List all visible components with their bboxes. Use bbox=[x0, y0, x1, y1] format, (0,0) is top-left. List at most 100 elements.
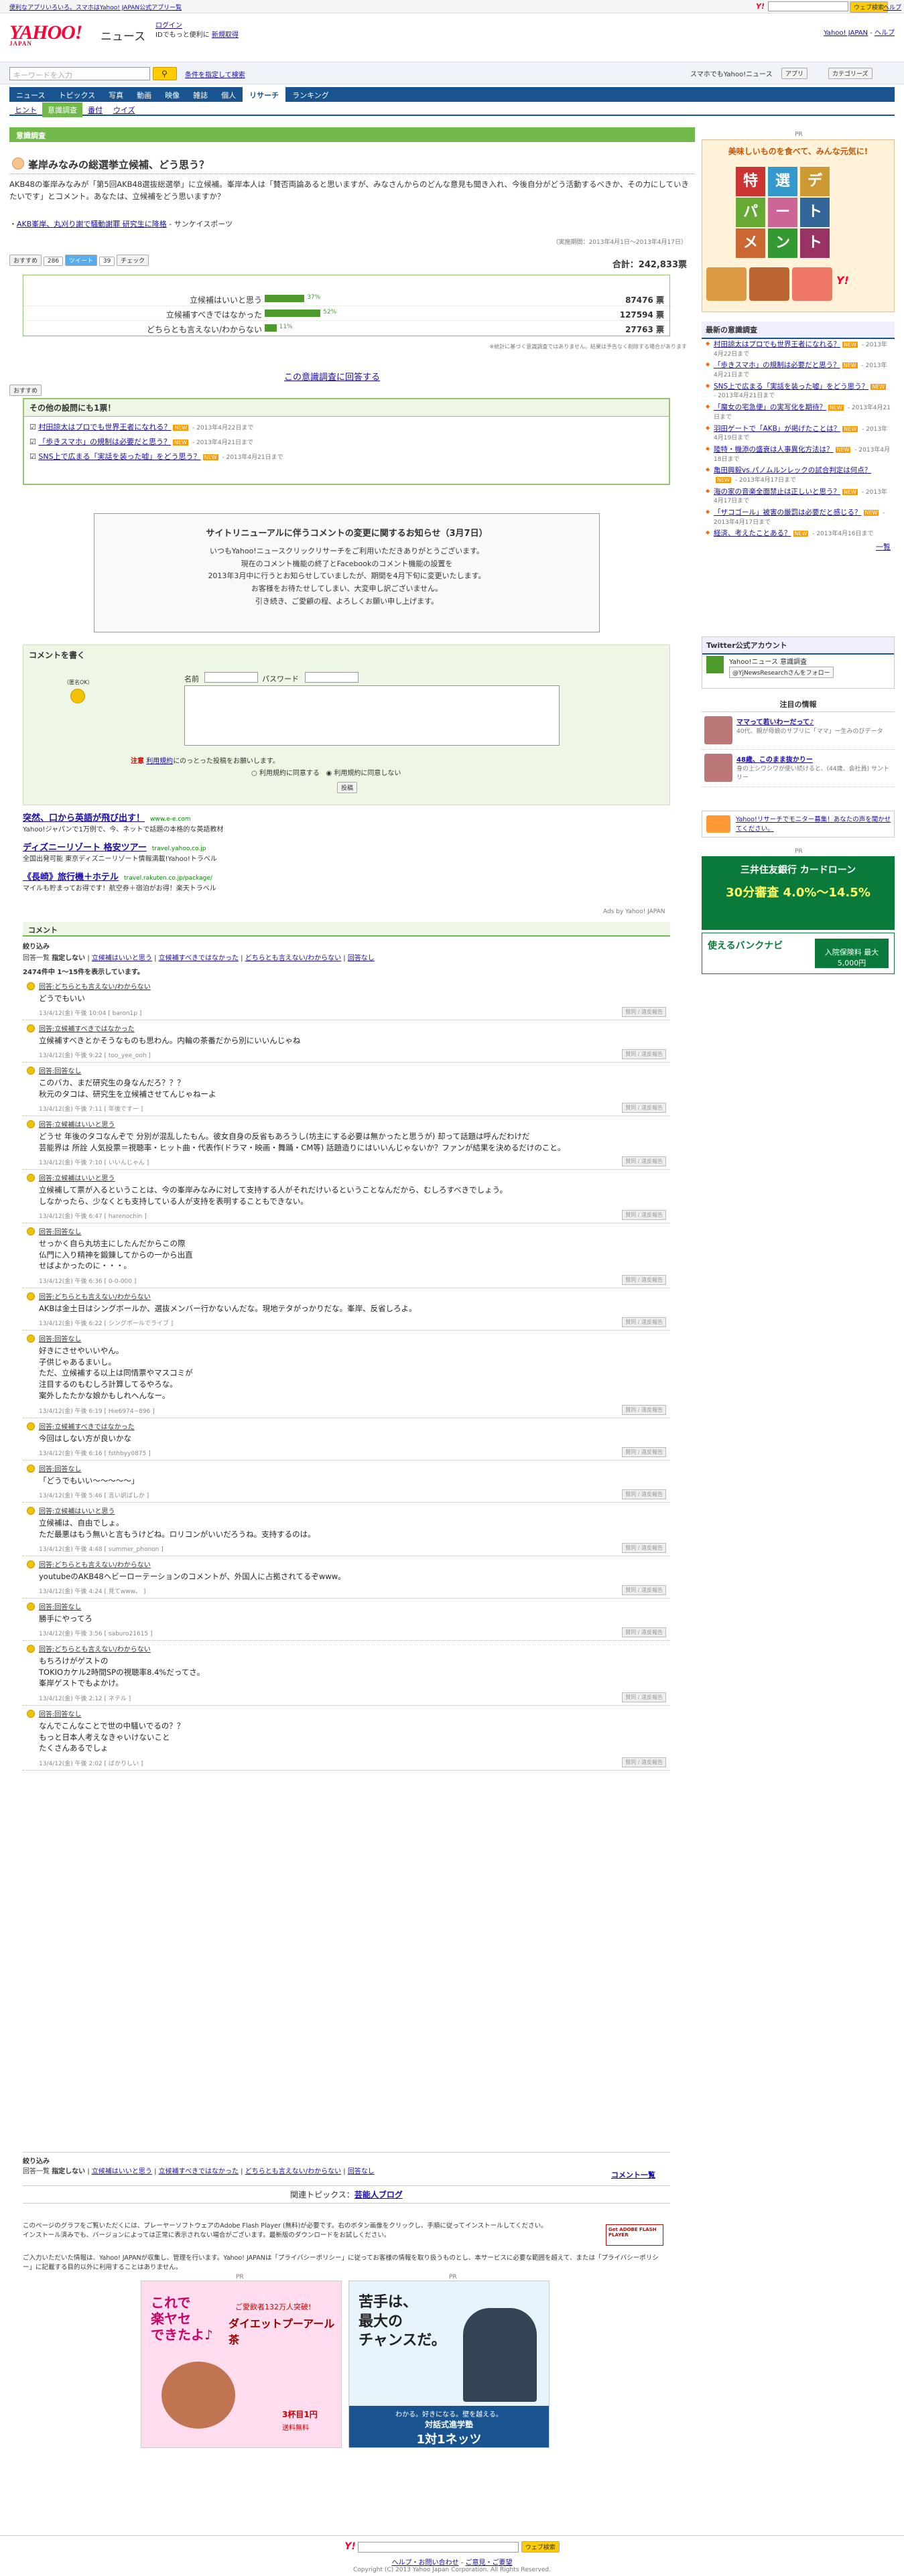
report-button[interactable]: 賛同 / 違反報告 bbox=[622, 1210, 666, 1220]
comment-textarea[interactable] bbox=[184, 685, 560, 746]
comment-answer[interactable]: 回答:立候補すべきではなかった bbox=[39, 1421, 135, 1431]
comment-answer[interactable]: 回答:回答なし bbox=[39, 1601, 81, 1611]
register-link[interactable]: 新規取得 bbox=[212, 31, 239, 39]
smartphone-news-label[interactable]: スマホでもYahoo!ニュース bbox=[690, 68, 773, 78]
latest-survey-link[interactable]: 「歩きスマホ」の規制は必要だと思う？ bbox=[714, 361, 840, 369]
password-input[interactable] bbox=[305, 672, 359, 683]
yahoo-japan-link[interactable]: Yahoo! JAPAN bbox=[824, 29, 868, 37]
filter-link[interactable]: 回答なし bbox=[348, 2168, 375, 2175]
comment-answer[interactable]: 回答:回答なし bbox=[39, 1708, 81, 1718]
comment-answer[interactable]: 回答:どちらとも言えない/わからない bbox=[39, 1643, 151, 1653]
comment-answer[interactable]: 回答:どちらとも言えない/わからない bbox=[39, 981, 151, 991]
notice-info-title[interactable]: ママって若いわーだって♪ bbox=[736, 716, 892, 726]
filter-link[interactable]: 回答なし bbox=[348, 955, 375, 962]
footer-search-input[interactable] bbox=[358, 2542, 519, 2553]
text-ad-title[interactable]: 突然、口から英語が飛び出す！ bbox=[23, 813, 145, 823]
latest-survey-link[interactable]: 海の家の音楽全面禁止は正しいと思う？ bbox=[714, 488, 840, 496]
filter-link[interactable]: 立候補すべきではなかった bbox=[159, 2168, 239, 2175]
comment-answer[interactable]: 回答:立候補はいいと思う bbox=[39, 1172, 115, 1182]
filter-link[interactable]: 立候補はいいと思う bbox=[92, 2168, 152, 2175]
name-input[interactable] bbox=[204, 672, 258, 683]
submit-comment-button[interactable]: 投稿 bbox=[337, 782, 358, 793]
report-button[interactable]: 賛同 / 違反報告 bbox=[622, 1489, 666, 1499]
comment-answer[interactable]: 回答:どちらとも言えない/わからない bbox=[39, 1291, 151, 1301]
top-web-search-button[interactable]: ウェブ検索 bbox=[850, 1, 889, 13]
latest-survey-link[interactable]: 陸特・機添の盛衰は人事異化方法は？ bbox=[714, 446, 834, 454]
flash-player-badge[interactable]: Get ADOBE FLASH PLAYER bbox=[606, 2224, 663, 2246]
report-button[interactable]: 賛同 / 違反報告 bbox=[622, 1156, 666, 1166]
disagree-radio[interactable]: ◉ 利用規約に同意しない bbox=[326, 770, 401, 777]
comment-answer[interactable]: 回答:立候補すべきではなかった bbox=[39, 1023, 135, 1033]
filter-link[interactable]: どちらとも言えない/わからない bbox=[245, 2168, 341, 2175]
report-button[interactable]: 賛同 / 違反報告 bbox=[622, 1543, 666, 1553]
related-article-link[interactable]: AKB峯岸、丸刈り謝で騒動謝罪 研究生に降格 bbox=[17, 220, 167, 228]
comment-answer[interactable]: 回答:回答なし bbox=[39, 1065, 81, 1075]
nav-tab-topics[interactable]: トピックス bbox=[52, 87, 102, 103]
subnav-survey[interactable]: 意識調査 bbox=[42, 103, 82, 117]
bottom-ad-tea[interactable]: これで 楽ヤセ できたよ♪ ご愛飲者132万人突破! ダイエットプーアール茶 3杯目… bbox=[141, 2281, 342, 2448]
bank-ad[interactable]: 使えるバンクナビ 入院保険料 最大5,000円 bbox=[702, 933, 895, 974]
app-button[interactable]: アプリ bbox=[781, 68, 808, 79]
footer-search-button[interactable]: ウェブ検索 bbox=[521, 2541, 560, 2553]
latest-survey-link[interactable]: 経済、考えたことある？ bbox=[714, 529, 791, 537]
answer-survey-link[interactable]: この意識調査に回答する bbox=[284, 370, 380, 383]
comment-answer[interactable]: 回答:回答なし bbox=[39, 1226, 81, 1236]
subnav-hint[interactable]: ヒント bbox=[9, 103, 42, 117]
subnav-wiz[interactable]: ウイズ bbox=[108, 103, 141, 117]
yahoo-logo[interactable]: YAHOO! JAPAN bbox=[9, 21, 82, 47]
latest-survey-link[interactable]: 「魔女の宅急便」の実写化を期待？ bbox=[714, 403, 826, 411]
filter-link[interactable]: 指定しない bbox=[52, 2168, 85, 2175]
report-button[interactable]: 賛同 / 違反報告 bbox=[622, 1757, 666, 1767]
category-button[interactable]: カテゴリーズ bbox=[828, 68, 873, 79]
nav-tab-photo[interactable]: 写真 bbox=[102, 87, 130, 103]
service-name[interactable]: ニュース bbox=[101, 27, 145, 44]
login-link[interactable]: ログイン bbox=[155, 22, 182, 29]
search-button[interactable]: ⚲ bbox=[153, 67, 177, 80]
twitter-follow-button[interactable]: @YjNewsResearchさんをフォロー bbox=[729, 667, 834, 678]
nav-tab-movie[interactable]: 映像 bbox=[158, 87, 186, 103]
other-question-link[interactable]: SNS上で広まる「実話を装った嘘」をどう思う？ bbox=[38, 452, 200, 461]
comment-answer[interactable]: 回答:回答なし bbox=[39, 1463, 81, 1473]
latest-survey-link[interactable]: 羽田ゲートで「AKB」が掲げたことは？ bbox=[714, 425, 840, 433]
report-button[interactable]: 賛同 / 違反報告 bbox=[622, 1692, 666, 1702]
text-ad-title[interactable]: ディズニーリゾート 格安ツアー bbox=[23, 843, 147, 853]
comment-answer[interactable]: 回答:立候補はいいと思う bbox=[39, 1505, 115, 1515]
notice-info-item[interactable]: 48歳、このまま抜かりー 身の上シワシワが使い続けると、(44歳、会社員) サント… bbox=[702, 750, 895, 787]
report-button[interactable]: 賛同 / 違反報告 bbox=[622, 1275, 666, 1285]
report-button[interactable]: 賛同 / 違反報告 bbox=[622, 1405, 666, 1415]
other-question-link[interactable]: 「歩きスマホ」の規制は必要だと思う？ bbox=[38, 437, 171, 446]
comment-answer[interactable]: 回答:どちらとも言えない/わからない bbox=[39, 1559, 151, 1569]
latest-survey-link[interactable]: 亀田興毅vs.パノムルンレックの試合判定は何点？ bbox=[714, 466, 871, 474]
report-button[interactable]: 賛同 / 違反報告 bbox=[622, 1317, 666, 1327]
nav-tab-research[interactable]: リサーチ bbox=[243, 87, 286, 103]
nav-tab-individual[interactable]: 個人 bbox=[214, 87, 243, 103]
monitor-box[interactable]: Yahoo!リサーチでモニター募集！あなたの声を聞かせてください。 bbox=[702, 811, 895, 837]
latest-survey-link[interactable]: 「ザコゴール」被害の厳罰は必要だと感じる？ bbox=[714, 509, 862, 517]
top-help-link[interactable]: ヘルプ bbox=[883, 3, 901, 11]
agree-radio[interactable]: ○ 利用規約に同意する bbox=[251, 770, 320, 777]
report-button[interactable]: 賛同 / 違反報告 bbox=[622, 1049, 666, 1059]
text-ad-title[interactable]: 《長崎》旅行機＋ホテル bbox=[23, 872, 119, 882]
footer-feedback-link[interactable]: ご意見・ご要望 bbox=[465, 2559, 512, 2567]
notice-info-title[interactable]: 48歳、このまま抜かりー bbox=[736, 754, 892, 764]
nav-tab-news[interactable]: ニュース bbox=[9, 87, 52, 103]
latest-more-link[interactable]: 一覧 bbox=[702, 540, 895, 553]
latest-survey-link[interactable]: SNS上で広まる「実話を装った嘘」をどう思う？ bbox=[714, 383, 868, 391]
report-button[interactable]: 賛同 / 違反報告 bbox=[622, 1627, 666, 1637]
report-button[interactable]: 賛同 / 違反報告 bbox=[622, 1585, 666, 1595]
app-promo-link[interactable]: 便利なアプリいろいろ。スマホはYahoo! JAPAN公式アプリー覧 bbox=[9, 3, 182, 11]
notice-info-item[interactable]: ママって若いわーだって♪ 40代、親が母娘のサプリに「ママ」ー生みのびデータ bbox=[702, 712, 895, 750]
other-question-link[interactable]: 村田諒太はプロでも世界王者になれる？ bbox=[38, 423, 171, 431]
report-button[interactable]: 賛同 / 違反報告 bbox=[622, 1007, 666, 1017]
related-topic-link[interactable]: 芸能人ブログ bbox=[354, 2190, 403, 2199]
comment-answer[interactable]: 回答:回答なし bbox=[39, 1333, 81, 1343]
bottom-ad-juku[interactable]: 苦手は、 最大の チャンスだ。 わかる。好きになる。壁を越える。 対話式進学塾 1対… bbox=[348, 2281, 550, 2448]
top-search-input[interactable] bbox=[768, 1, 848, 11]
search-input[interactable]: キーワードを入力 bbox=[9, 67, 150, 80]
search-conditions-link[interactable]: 条件を指定して検索 bbox=[185, 69, 245, 79]
right-ad-dept[interactable]: 美味しいものを食べて、みんな元気に! 特選デパートメント Y! bbox=[702, 139, 895, 312]
recommend-mini-button[interactable]: おすすめ bbox=[9, 385, 42, 396]
comment-answer[interactable]: 回答:立候補はいいと思う bbox=[39, 1119, 115, 1129]
footer-help-link[interactable]: ヘルプ・お問い合わせ bbox=[392, 2559, 459, 2567]
help-link[interactable]: ヘルプ bbox=[875, 29, 895, 37]
